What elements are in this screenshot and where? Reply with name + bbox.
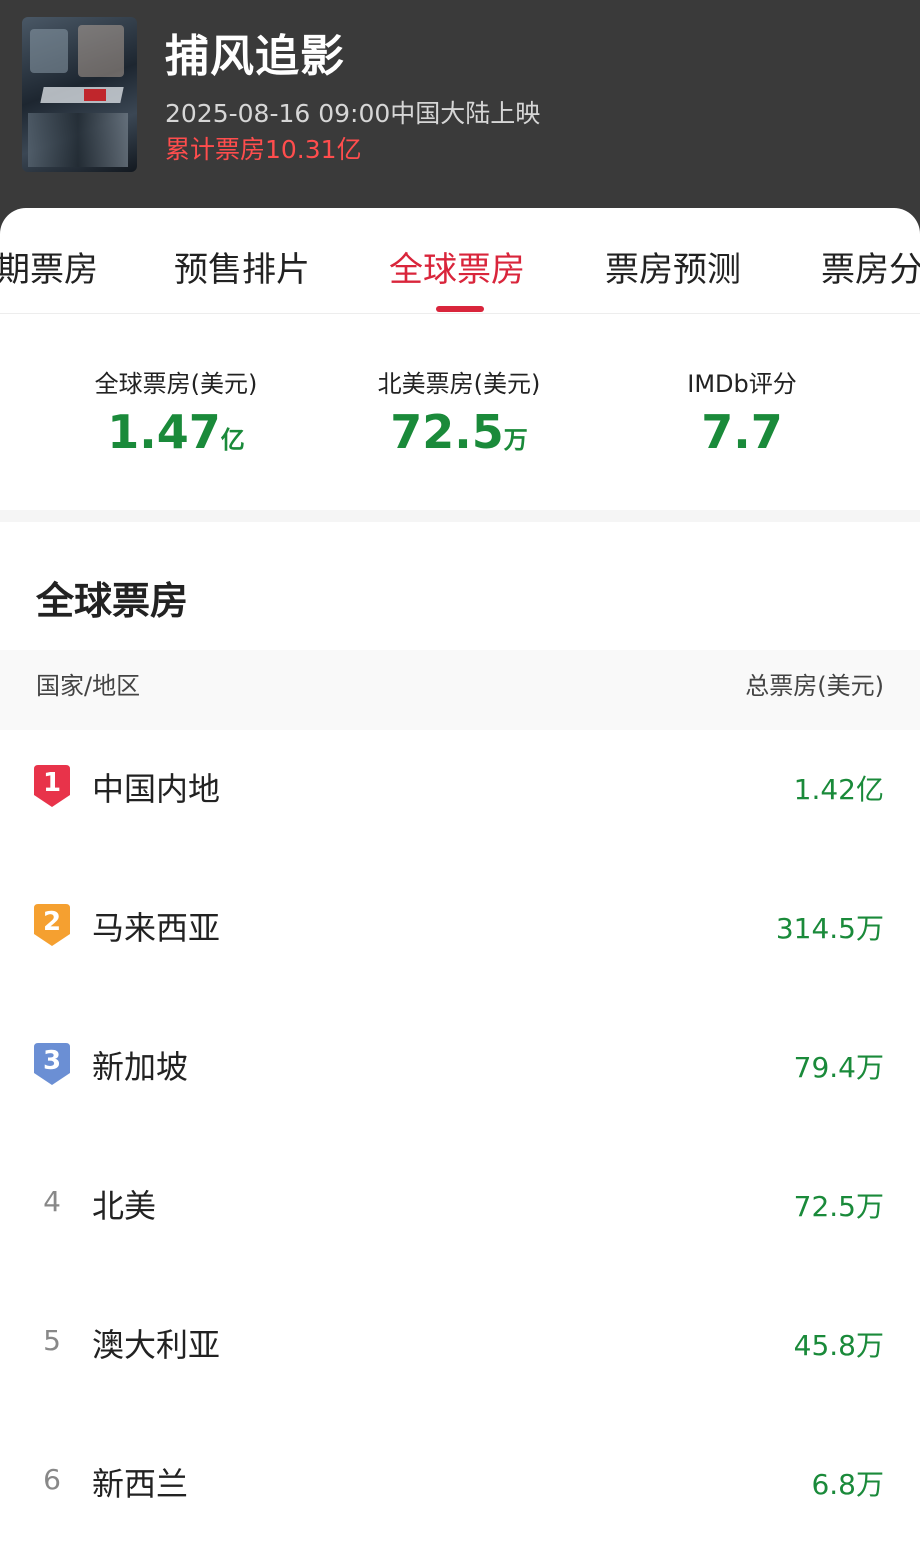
tab-bar: 期票房 预售排片 全球票房 票房预测 票房分: [0, 208, 920, 314]
release-info: 2025-08-16 09:00中国大陆上映: [165, 99, 541, 128]
rank-badge: 3: [34, 1043, 70, 1085]
rank-badge: 1: [34, 765, 70, 807]
table-row[interactable]: 4 北美 72.5万: [0, 1147, 920, 1286]
stat-global-gross: 全球票房(美元) 1.47亿: [26, 364, 326, 459]
tab-global-box-office[interactable]: 全球票房: [389, 242, 525, 291]
rank-number: 4: [43, 1185, 61, 1218]
section-divider: [0, 510, 920, 522]
region-gross: 45.8万: [793, 1329, 884, 1362]
region-name: 新加坡: [92, 1048, 189, 1086]
table-row[interactable]: 3 新加坡 79.4万: [0, 1008, 920, 1147]
tab-presale-schedule[interactable]: 预售排片: [174, 242, 310, 291]
stat-label: IMDb评分: [687, 370, 797, 398]
region-name: 马来西亚: [92, 909, 221, 947]
region-name: 新西兰: [92, 1465, 189, 1503]
stat-unit: 亿: [220, 426, 245, 454]
table-header: 国家/地区 总票房(美元): [0, 650, 920, 730]
column-header-gross: 总票房(美元): [745, 672, 884, 700]
rank-number: 3: [42, 1046, 62, 1076]
region-gross: 79.4万: [793, 1051, 884, 1084]
movie-header: 捕风追影 2025-08-16 09:00中国大陆上映 累计票房10.31亿: [0, 0, 920, 240]
region-name: 澳大利亚: [92, 1326, 221, 1364]
tab-box-office-forecast[interactable]: 票房预测: [605, 242, 741, 291]
section-title: 全球票房: [36, 579, 189, 623]
tab-indicator: [436, 306, 484, 312]
stat-unit: 万: [503, 426, 528, 454]
stat-north-america-gross: 北美票房(美元) 72.5万: [309, 364, 609, 459]
stat-label: 全球票房(美元): [94, 370, 258, 398]
column-header-region: 国家/地区: [36, 672, 141, 700]
table-row[interactable]: 2 马来西亚 314.5万: [0, 869, 920, 1008]
rank-number: 1: [42, 768, 62, 798]
stat-value: 7.7: [701, 405, 783, 459]
region-name: 中国内地: [92, 770, 221, 808]
rank-number: 5: [43, 1324, 61, 1357]
region-gross: 314.5万: [775, 912, 884, 945]
region-gross: 72.5万: [793, 1190, 884, 1223]
rank-number: 6: [43, 1463, 61, 1496]
rank-badge: 2: [34, 904, 70, 946]
stat-value: 1.47: [107, 405, 221, 459]
stat-label: 北美票房(美元): [377, 370, 541, 398]
movie-title: 捕风追影: [165, 31, 345, 82]
region-gross: 1.42亿: [793, 773, 884, 806]
stat-imdb-rating: IMDb评分 7.7: [592, 364, 892, 459]
movie-poster[interactable]: [22, 17, 137, 172]
table-row[interactable]: 1 中国内地 1.42亿: [0, 730, 920, 869]
stat-value: 72.5: [390, 405, 504, 459]
cumulative-box-office: 累计票房10.31亿: [165, 135, 362, 164]
tab-period-box-office[interactable]: 期票房: [0, 242, 98, 291]
region-gross: 6.8万: [811, 1468, 884, 1501]
region-name: 北美: [92, 1187, 157, 1225]
table-row[interactable]: 5 澳大利亚 45.8万: [0, 1286, 920, 1425]
tab-box-office-analysis[interactable]: 票房分: [821, 242, 920, 291]
rank-number: 2: [42, 907, 62, 937]
content-panel: 期票房 预售排片 全球票房 票房预测 票房分 全球票房(美元) 1.47亿 北美…: [0, 208, 920, 1557]
stats-summary: 全球票房(美元) 1.47亿 北美票房(美元) 72.5万 IMDb评分 7.7: [0, 314, 920, 510]
table-row[interactable]: 6 新西兰 6.8万: [0, 1425, 920, 1557]
